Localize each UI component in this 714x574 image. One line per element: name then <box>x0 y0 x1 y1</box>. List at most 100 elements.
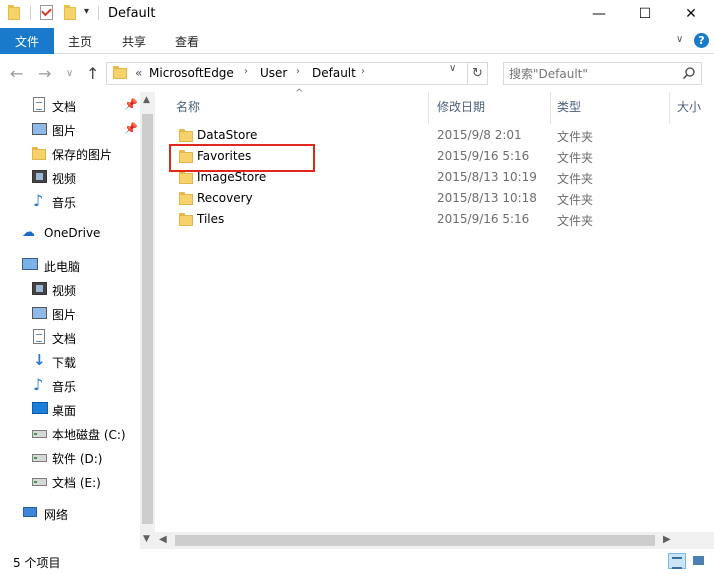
sidebar-scrollbar[interactable]: ▲ ▼ <box>140 92 155 549</box>
up-arrow-icon[interactable]: ↑ <box>86 64 99 83</box>
download-icon: ↓ <box>33 351 46 369</box>
ribbon-collapse-icon[interactable]: ∨ <box>676 34 683 45</box>
network-icon <box>23 507 37 517</box>
sidebar-item-label: 文档 (E:) <box>52 476 101 490</box>
breadcrumb-chevron-icon[interactable]: › <box>244 66 248 77</box>
tab-home[interactable]: 主页 <box>68 28 92 54</box>
sidebar-item-music[interactable]: ♪ 音乐 <box>0 190 140 212</box>
sidebar-item-label: 软件 (D:) <box>52 452 103 466</box>
video-icon <box>32 282 47 295</box>
sidebar-item-pc-videos[interactable]: 视频 <box>0 278 140 300</box>
scroll-right-icon[interactable]: ▶ <box>663 534 671 545</box>
drive-icon <box>32 478 47 486</box>
forward-arrow-icon[interactable]: → <box>38 64 51 83</box>
quick-access-dropdown-icon[interactable]: ▾ <box>84 6 89 17</box>
sidebar-item-pc-documents[interactable]: 文档 <box>0 326 140 348</box>
properties-icon[interactable] <box>40 5 53 20</box>
column-header-type[interactable]: 类型 <box>557 98 581 124</box>
column-header-size[interactable]: 大小 <box>677 98 701 124</box>
sidebar-item-label: 文档 <box>52 332 77 346</box>
file-name: Tiles <box>197 212 225 226</box>
sidebar-item-pictures[interactable]: 图片 📌 <box>0 118 140 140</box>
file-type: 文件夹 <box>557 172 594 186</box>
refresh-button[interactable]: ↻ <box>468 62 488 85</box>
table-row[interactable]: Recovery 2015/8/13 10:18 文件夹 <box>155 188 695 209</box>
sidebar-item-saved-pictures[interactable]: 保存的图片 <box>0 142 140 164</box>
scroll-up-icon[interactable]: ▲ <box>143 95 150 105</box>
file-name: ImageStore <box>197 170 267 184</box>
sidebar-item-videos[interactable]: 视频 <box>0 166 140 188</box>
column-divider[interactable] <box>550 92 551 124</box>
status-bar: 5 个项目 <box>0 549 714 574</box>
sidebar-item-pc-music[interactable]: ♪ 音乐 <box>0 374 140 396</box>
sidebar-item-documents[interactable]: 文档 📌 <box>0 94 140 116</box>
sidebar-item-network[interactable]: 网络 <box>0 502 140 524</box>
recent-locations-icon[interactable]: ∨ <box>66 68 73 79</box>
scroll-left-icon[interactable]: ◀ <box>159 534 167 545</box>
folder-icon <box>179 129 193 142</box>
desktop-icon <box>32 402 48 414</box>
sidebar-item-label: 此电脑 <box>44 260 81 274</box>
sidebar-item-downloads[interactable]: ↓ 下载 <box>0 350 140 372</box>
horizontal-scrollbar[interactable]: ◀ ▶ <box>155 532 714 549</box>
address-bar[interactable]: « MicrosoftEdge › User › Default › <box>106 62 468 85</box>
search-icon[interactable] <box>682 66 696 80</box>
breadcrumb-default[interactable]: Default <box>312 66 356 80</box>
large-icons-view-button[interactable] <box>690 553 708 569</box>
sidebar-item-label: OneDrive <box>44 226 101 240</box>
sidebar-item-label: 音乐 <box>52 196 77 210</box>
document-icon <box>33 97 45 112</box>
sidebar-item-this-pc[interactable]: 此电脑 <box>0 254 140 276</box>
sidebar-item-drive-e[interactable]: 文档 (E:) <box>0 470 140 492</box>
tab-share[interactable]: 共享 <box>122 28 146 54</box>
sidebar-item-drive-c[interactable]: 本地磁盘 (C:) <box>0 422 140 444</box>
address-dropdown-icon[interactable]: ∨ <box>449 63 456 74</box>
maximize-button[interactable]: ☐ <box>622 0 668 28</box>
tab-file[interactable]: 文件 <box>0 28 54 54</box>
cloud-icon: ☁ <box>22 225 35 240</box>
sidebar-item-label: 视频 <box>52 284 77 298</box>
ribbon: 文件 主页 共享 查看 ∨ ? <box>0 28 714 54</box>
minimize-button[interactable]: — <box>576 0 622 28</box>
breadcrumb-chevron-icon[interactable]: › <box>296 66 300 77</box>
sidebar-item-pc-pictures[interactable]: 图片 <box>0 302 140 324</box>
details-view-button[interactable] <box>668 553 686 569</box>
breadcrumb-overflow[interactable]: « <box>135 66 142 80</box>
pin-icon[interactable]: 📌 <box>124 98 138 111</box>
new-folder-icon[interactable] <box>64 5 78 20</box>
column-divider[interactable] <box>669 92 670 124</box>
sidebar-item-label: 桌面 <box>52 404 77 418</box>
help-icon[interactable]: ? <box>694 33 709 48</box>
column-header-date[interactable]: 修改日期 <box>437 98 485 124</box>
folder-icon <box>179 213 193 226</box>
sidebar-item-label: 视频 <box>52 172 77 186</box>
column-divider[interactable] <box>428 92 429 124</box>
file-date: 2015/9/16 5:16 <box>437 149 530 163</box>
file-list: 名称 ^ 修改日期 类型 大小 DataStore 2015/9/8 2:01 … <box>155 88 714 532</box>
breadcrumb-microsoftedge[interactable]: MicrosoftEdge <box>149 66 234 80</box>
folder-icon <box>8 5 22 20</box>
scrollbar-thumb[interactable] <box>175 535 655 546</box>
file-date: 2015/8/13 10:18 <box>437 191 537 205</box>
close-button[interactable]: ✕ <box>668 0 714 28</box>
pictures-icon <box>32 307 47 319</box>
sidebar-item-drive-d[interactable]: 软件 (D:) <box>0 446 140 468</box>
sidebar-item-label: 音乐 <box>52 380 77 394</box>
search-box[interactable] <box>503 62 702 85</box>
folder-icon <box>113 66 127 79</box>
sidebar-item-desktop[interactable]: 桌面 <box>0 398 140 420</box>
back-arrow-icon[interactable]: ← <box>10 64 23 83</box>
sidebar-item-onedrive[interactable]: ☁ OneDrive <box>0 222 140 244</box>
search-input[interactable] <box>509 65 677 82</box>
scrollbar-thumb[interactable] <box>142 114 153 524</box>
sidebar-item-label: 图片 <box>52 308 77 322</box>
tab-view[interactable]: 查看 <box>175 28 199 54</box>
breadcrumb-chevron-icon[interactable]: › <box>361 66 365 77</box>
scroll-down-icon[interactable]: ▼ <box>143 534 150 544</box>
sidebar-item-label: 图片 <box>52 124 77 138</box>
table-row[interactable]: Tiles 2015/9/16 5:16 文件夹 <box>155 209 695 230</box>
pin-icon[interactable]: 📌 <box>124 122 138 135</box>
breadcrumb-user[interactable]: User <box>260 66 287 80</box>
column-header-name[interactable]: 名称 <box>176 98 200 124</box>
table-row[interactable]: DataStore 2015/9/8 2:01 文件夹 <box>155 125 695 146</box>
